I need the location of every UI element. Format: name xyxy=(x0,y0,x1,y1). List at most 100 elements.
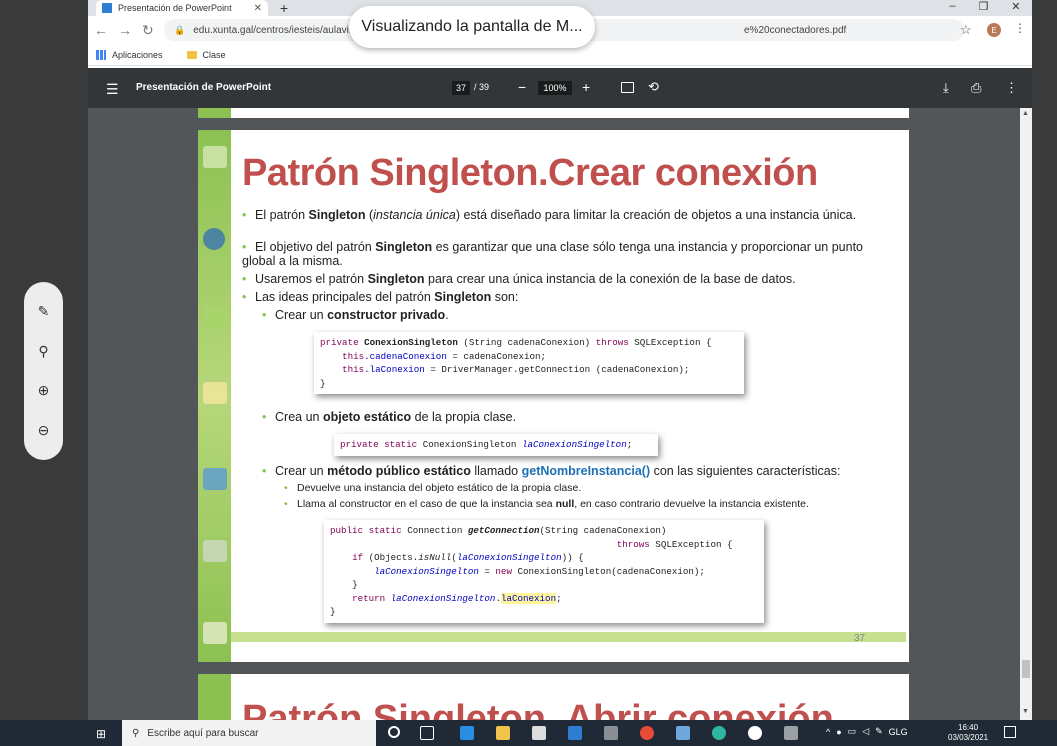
scroll-up-icon[interactable]: ▲ xyxy=(1022,110,1029,117)
chrome-icon[interactable] xyxy=(640,726,654,740)
page-number-input[interactable]: 37 xyxy=(452,81,470,95)
clock[interactable]: 16:40 03/03/2021 xyxy=(948,723,988,743)
mic-icon[interactable]: ● xyxy=(836,727,841,737)
taskbar-search-input[interactable]: ⚲ Escribe aquí para buscar xyxy=(122,720,376,746)
search-icon: ⚲ xyxy=(132,727,140,739)
tab-active[interactable]: Presentación de PowerPoint ✕ xyxy=(96,0,268,16)
cortana-icon[interactable] xyxy=(388,726,400,738)
pdf-toolbar: ☰ Presentación de PowerPoint 37 / 39 − 1… xyxy=(88,68,1032,108)
page-total: / 39 xyxy=(474,82,490,92)
app-icon[interactable] xyxy=(676,726,690,740)
globe-icon xyxy=(203,228,225,250)
more-options-icon[interactable]: ⋮ xyxy=(1005,80,1018,96)
scrollbar[interactable]: ▲ ▼ xyxy=(1020,108,1032,720)
bullet-4: • Las ideas principales del patrón Single… xyxy=(242,290,519,304)
slide-deco-icon xyxy=(203,146,227,168)
download-icon[interactable]: ⤓ xyxy=(943,80,949,96)
sub-bullet-3: • Crear un método público estático llamad… xyxy=(262,464,841,478)
reload-icon[interactable]: ↻ xyxy=(142,22,154,39)
back-icon[interactable]: ← xyxy=(94,22,108,38)
print-icon[interactable]: ⎙ xyxy=(971,80,981,96)
chat-icon xyxy=(203,306,227,328)
mail-app-icon[interactable] xyxy=(568,726,582,740)
slide-page: Patrón Singleton.Crear conexión • El patr… xyxy=(198,130,909,662)
bookmark-star-icon[interactable]: ☆ xyxy=(960,22,972,38)
bullet-2: • El objetivo del patrón Singleton es gar… xyxy=(242,240,864,268)
zoom-level-input[interactable]: 100% xyxy=(538,81,572,95)
sub-sub-bullet-1: • Devuelve una instancia del objeto estát… xyxy=(284,482,582,494)
bookmark-clase[interactable]: Clase xyxy=(203,50,226,60)
browser-menu-icon[interactable]: ⋮ xyxy=(1014,21,1026,35)
sub-sub-bullet-2: • Llama al constructor en el caso de que … xyxy=(284,498,809,510)
mail-icon xyxy=(203,382,227,404)
language-indicator[interactable]: GLG xyxy=(889,727,908,737)
nav-buttons: ← → ↻ xyxy=(94,20,154,40)
slide-number: 37 xyxy=(854,633,866,644)
task-view-icon[interactable] xyxy=(420,726,434,740)
phone-icon xyxy=(203,468,227,490)
windows-start-icon[interactable]: ⊞ xyxy=(96,727,106,741)
maximize-icon[interactable]: ❐ xyxy=(979,0,989,16)
rotate-icon[interactable]: ⟲ xyxy=(648,79,659,95)
slide-strip xyxy=(198,674,231,720)
scroll-thumb[interactable] xyxy=(1022,660,1030,678)
next-slide-title: Patrón Singleton. Abrir conexión xyxy=(242,698,834,720)
sub-bullet-1: • Crear un constructor privado. xyxy=(262,308,449,322)
zoom-in-icon[interactable]: ⊕ xyxy=(32,379,56,403)
pen-tray-icon[interactable]: ✎ xyxy=(875,726,883,737)
app-icon[interactable] xyxy=(784,726,798,740)
slide-strip xyxy=(198,108,231,118)
system-tray: ^ ● ▭ ◁ ✎ GLG xyxy=(826,726,908,737)
desktop-right xyxy=(1032,0,1057,720)
map-icon xyxy=(203,622,227,644)
taskbar: ⊞ ⚲ Escribe aquí para buscar ^ ● ▭ ◁ ✎ G… xyxy=(0,720,1057,746)
pen-icon[interactable]: ✎ xyxy=(32,300,56,324)
screen-share-toast: Visualizando la pantalla de M... xyxy=(349,6,595,48)
code-block-static-field: private static ConexionSingleton laConex… xyxy=(334,434,658,456)
sub-bullet-2: • Crea un objeto estático de la propia cl… xyxy=(262,410,517,424)
url-tail: e%20conectadores.pdf xyxy=(744,24,847,36)
app-icon[interactable] xyxy=(604,726,618,740)
store-icon[interactable] xyxy=(532,726,546,740)
clock-date: 03/03/2021 xyxy=(948,733,989,742)
next-slide: Patrón Singleton. Abrir conexión xyxy=(198,674,909,720)
window-controls: – ❐ ✕ xyxy=(938,0,1032,16)
zoom-out-button[interactable]: − xyxy=(518,79,526,95)
slide-footer-bar xyxy=(231,632,906,642)
minimize-icon[interactable]: – xyxy=(949,0,955,16)
forward-icon[interactable]: → xyxy=(118,22,132,38)
clock-time: 16:40 xyxy=(958,723,979,732)
zoom-in-button[interactable]: + xyxy=(582,79,590,95)
slide-title: Patrón Singleton.Crear conexión xyxy=(242,152,818,194)
chevron-up-icon[interactable]: ^ xyxy=(826,727,830,737)
notification-icon[interactable] xyxy=(1004,726,1016,738)
close-icon[interactable]: ✕ xyxy=(254,3,262,14)
network-icon[interactable]: ▭ xyxy=(848,726,857,737)
edge-icon[interactable] xyxy=(460,726,474,740)
zoom-out-icon[interactable]: ⊖ xyxy=(32,418,56,442)
app-icon[interactable] xyxy=(712,726,726,740)
code-block-constructor: private ConexionSingleton (String cadena… xyxy=(314,332,744,394)
code-block-getconnection: public static Connection getConnection(S… xyxy=(324,520,764,623)
bullet-1: • El patrón Singleton (instancia única) e… xyxy=(242,208,857,222)
new-tab-icon[interactable]: + xyxy=(276,0,292,16)
pdf-viewport[interactable]: Patrón Singleton.Crear conexión • El patr… xyxy=(88,108,1032,720)
fit-page-icon[interactable] xyxy=(621,82,634,93)
volume-icon[interactable]: ◁ xyxy=(862,726,869,737)
scroll-down-icon[interactable]: ▼ xyxy=(1022,708,1029,715)
keyboard-icon xyxy=(203,540,227,562)
previous-slide xyxy=(198,108,909,118)
close-window-icon[interactable]: ✕ xyxy=(1011,0,1020,16)
hamburger-menu-icon[interactable]: ☰ xyxy=(106,81,119,98)
pdf-title: Presentación de PowerPoint xyxy=(136,82,272,93)
folder-icon xyxy=(186,50,197,59)
highlighter-icon[interactable]: ⚲ xyxy=(32,339,56,363)
bookmark-apps[interactable]: Aplicaciones xyxy=(112,50,163,60)
slide-strip xyxy=(198,130,231,662)
browser-window: Presentación de PowerPoint ✕ + – ❐ ✕ ← →… xyxy=(88,0,1032,720)
profile-avatar[interactable]: E xyxy=(987,23,1001,37)
file-explorer-icon[interactable] xyxy=(496,726,510,740)
floating-toolbar: ✎ ⚲ ⊕ ⊖ xyxy=(24,282,63,460)
lock-icon: 🔒 xyxy=(174,24,186,35)
app-icon[interactable] xyxy=(748,726,762,740)
